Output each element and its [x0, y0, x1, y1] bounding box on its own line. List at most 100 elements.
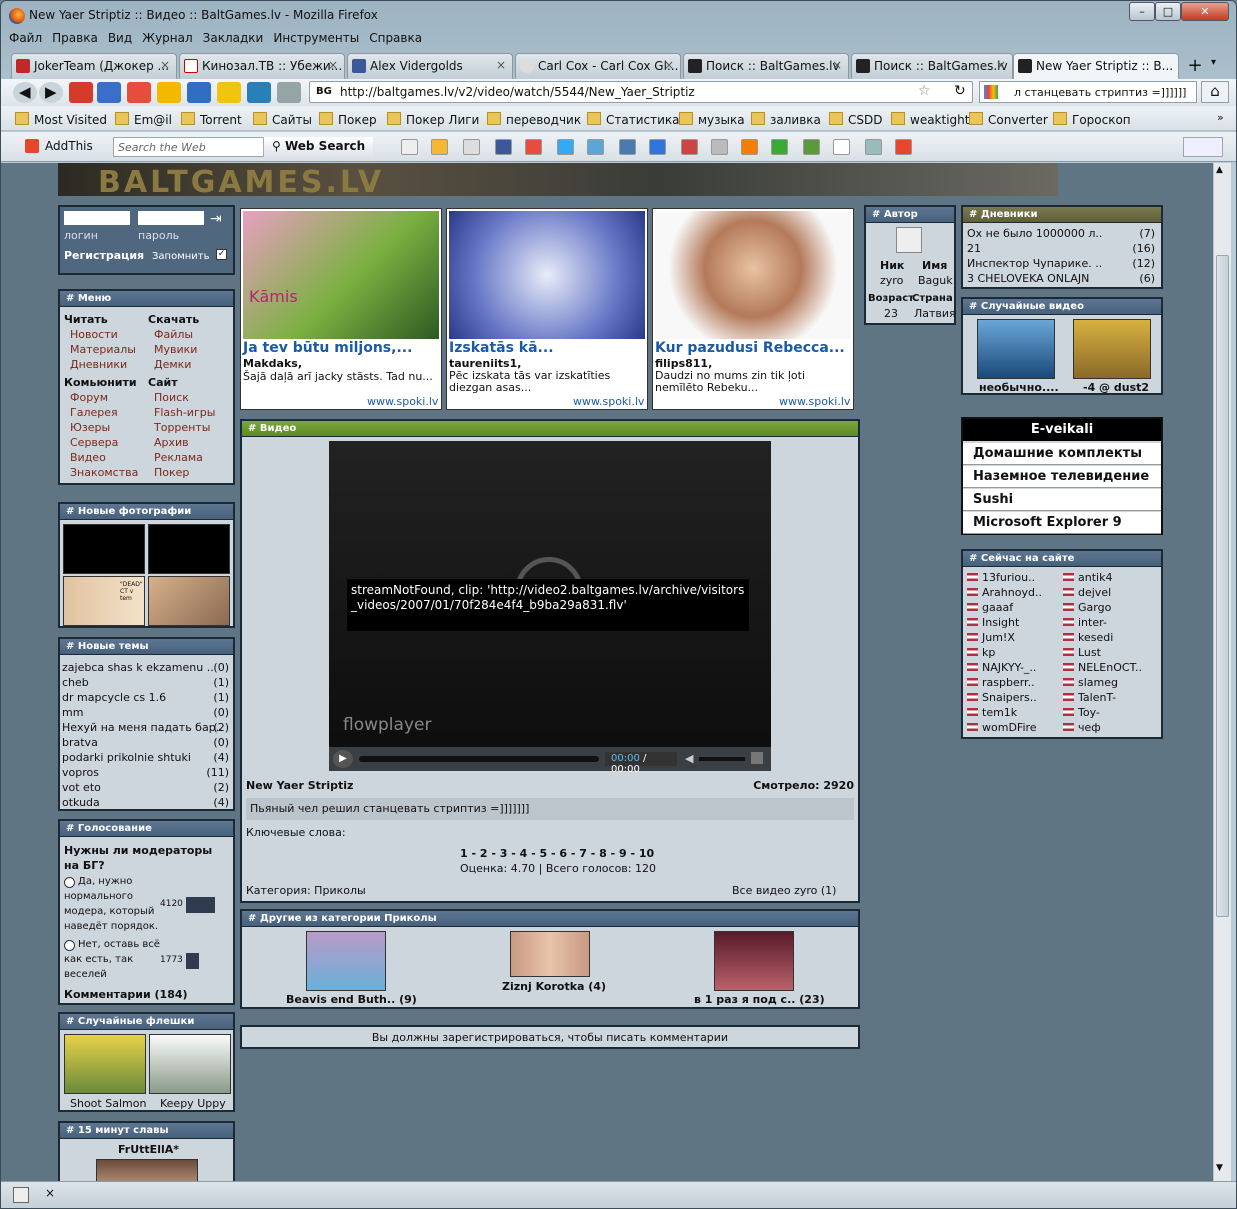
- bookmark-sites[interactable]: Сайты: [253, 112, 312, 127]
- menu-archive[interactable]: Архив: [154, 436, 189, 449]
- reddit-icon[interactable]: [681, 139, 698, 155]
- online-user[interactable]: kesedi: [1063, 631, 1113, 644]
- mail-icon[interactable]: [401, 139, 418, 155]
- tab-search-2[interactable]: Поиск :: BaltGames.lv ×: [851, 53, 1013, 79]
- fame-user[interactable]: FrUttEllA*: [118, 1143, 179, 1156]
- play-button[interactable]: ▶: [333, 750, 353, 768]
- poll-option-no-radio[interactable]: [64, 940, 75, 951]
- bookmark-poker[interactable]: Покер: [319, 112, 377, 127]
- online-user[interactable]: slameg: [1063, 676, 1118, 689]
- tab-facebook[interactable]: Alex Vidergolds ×: [347, 53, 513, 79]
- topic-title[interactable]: vopros: [62, 766, 99, 779]
- menu-diaries[interactable]: Дневники: [70, 358, 127, 371]
- online-user[interactable]: Toy-: [1063, 706, 1100, 719]
- eshop-link[interactable]: Microsoft Explorer 9: [963, 512, 1161, 534]
- home-button[interactable]: ⌂: [1201, 81, 1229, 103]
- flash-thumb-shoot-salmon[interactable]: [64, 1034, 146, 1094]
- close-tab-icon[interactable]: ×: [664, 58, 674, 72]
- menu-history[interactable]: Журнал: [142, 31, 193, 45]
- bookmark-horoscope[interactable]: Гороскоп: [1053, 112, 1131, 127]
- bookmark-statistics[interactable]: Статистика: [587, 112, 680, 127]
- addthis-more-icon[interactable]: [895, 139, 912, 155]
- online-user[interactable]: Arahnoyd..: [967, 586, 1042, 599]
- translate-icon[interactable]: [865, 139, 882, 155]
- random-video-thumb[interactable]: [977, 319, 1055, 379]
- back-button[interactable]: ◀: [13, 82, 37, 103]
- topic-title[interactable]: vot eto: [62, 781, 101, 794]
- bookmark-music[interactable]: музыка: [679, 112, 745, 127]
- ad-card-3[interactable]: Kur pazudusi Rebecca... filips811, Daudz…: [652, 208, 854, 410]
- related-thumb[interactable]: [714, 931, 794, 991]
- tools-wrench-icon[interactable]: [1183, 137, 1223, 157]
- online-user[interactable]: Jum!X: [967, 631, 1015, 644]
- menu-servers[interactable]: Сервера: [70, 436, 118, 449]
- bookmark-most-visited[interactable]: Most Visited: [15, 112, 107, 127]
- facebook-icon[interactable]: [495, 139, 512, 155]
- tab-jokerteam[interactable]: JokerTeam (Джокер ... ×: [11, 53, 177, 79]
- favorite-icon[interactable]: [431, 139, 448, 155]
- login-input[interactable]: [64, 211, 130, 225]
- docs-icon[interactable]: [217, 82, 241, 103]
- eshop-link[interactable]: Sushi: [963, 489, 1161, 511]
- online-user[interactable]: dejvel: [1063, 586, 1111, 599]
- menu-movies[interactable]: Мувики: [154, 343, 197, 356]
- menu-news[interactable]: Новости: [70, 328, 118, 341]
- photo-thumb[interactable]: [148, 576, 230, 626]
- online-user[interactable]: kp: [967, 646, 995, 659]
- bookmark-converter[interactable]: Converter: [969, 112, 1048, 127]
- gmail-icon[interactable]: [69, 82, 93, 103]
- ad-source-link[interactable]: www.spoki.lv: [367, 395, 438, 408]
- related-video-title[interactable]: Beavis end Buth.. (9): [286, 993, 417, 1006]
- remember-checkbox[interactable]: ✓: [216, 249, 227, 260]
- fullscreen-button[interactable]: [751, 752, 763, 764]
- ad-title[interactable]: Izskatās kā...: [449, 340, 554, 356]
- topic-title[interactable]: mm: [62, 706, 83, 719]
- menu-ads[interactable]: Реклама: [154, 451, 203, 464]
- twitter-icon[interactable]: [557, 139, 574, 155]
- password-input[interactable]: [138, 211, 204, 225]
- flash-label[interactable]: Shoot Salmon: [70, 1097, 146, 1110]
- online-user[interactable]: Snaipers..: [967, 691, 1037, 704]
- scroll-down-arrow[interactable]: ▼: [1216, 1163, 1223, 1173]
- bookmark-poker-leagues[interactable]: Покер Лиги: [387, 112, 479, 127]
- flash-label[interactable]: Keepy Uppy: [160, 1097, 226, 1110]
- bookmark-torrent[interactable]: Torrent: [181, 112, 242, 127]
- delicious-icon[interactable]: [649, 139, 666, 155]
- tab-search-1[interactable]: Поиск :: BaltGames.lv ×: [683, 53, 849, 79]
- minimize-button[interactable]: –: [1129, 2, 1155, 21]
- login-enter-icon[interactable]: ⇥: [210, 211, 222, 227]
- register-link[interactable]: Регистрация: [64, 249, 144, 262]
- random-video-thumb[interactable]: [1073, 319, 1151, 379]
- author-avatar[interactable]: [896, 227, 922, 253]
- web-search-button[interactable]: ⚲ Web Search: [263, 137, 373, 157]
- ad-title[interactable]: Kur pazudusi Rebecca...: [655, 340, 845, 356]
- online-user[interactable]: raspberr..: [967, 676, 1035, 689]
- topic-title[interactable]: cheb: [62, 676, 89, 689]
- close-tab-icon[interactable]: ×: [160, 58, 170, 72]
- close-tab-icon[interactable]: ×: [996, 58, 1006, 72]
- reload-icon[interactable]: ↻: [954, 83, 966, 99]
- topic-title[interactable]: zajebca shas k ekzamenu ..: [62, 661, 214, 674]
- photo-thumb[interactable]: [63, 524, 145, 574]
- topic-title[interactable]: podarki prikolnie shtuki: [62, 751, 191, 764]
- online-user[interactable]: Lust: [1063, 646, 1101, 659]
- menu-tools[interactable]: Инструменты: [273, 31, 359, 45]
- online-user[interactable]: NAJKYY-_..: [967, 661, 1036, 674]
- myspace-icon[interactable]: [587, 139, 604, 155]
- menu-files[interactable]: Файлы: [154, 328, 193, 341]
- menu-forum[interactable]: Форум: [70, 391, 108, 404]
- stumbleupon-icon[interactable]: [771, 139, 788, 155]
- google-bookmark-icon[interactable]: [525, 139, 542, 155]
- tab-current[interactable]: New Yaer Striptiz :: B...: [1013, 53, 1179, 80]
- ad-title[interactable]: Ja tev būtu miljons,...: [243, 340, 412, 356]
- online-user[interactable]: tem1k: [967, 706, 1017, 719]
- poll-comments-link[interactable]: Комментарии (184): [64, 988, 188, 1001]
- menu-search[interactable]: Поиск: [154, 391, 189, 404]
- online-user[interactable]: inter-: [1063, 616, 1107, 629]
- bookmark-csdd[interactable]: CSDD: [829, 112, 882, 127]
- online-user[interactable]: TalenT-: [1063, 691, 1116, 704]
- close-tab-icon[interactable]: ×: [832, 58, 842, 72]
- tab-kinozal[interactable]: Кинозал.ТВ :: Убежи... ×: [179, 53, 345, 79]
- bookmark-weaktight[interactable]: weaktight: [891, 112, 969, 127]
- online-user[interactable]: NELEnOCT..: [1063, 661, 1142, 674]
